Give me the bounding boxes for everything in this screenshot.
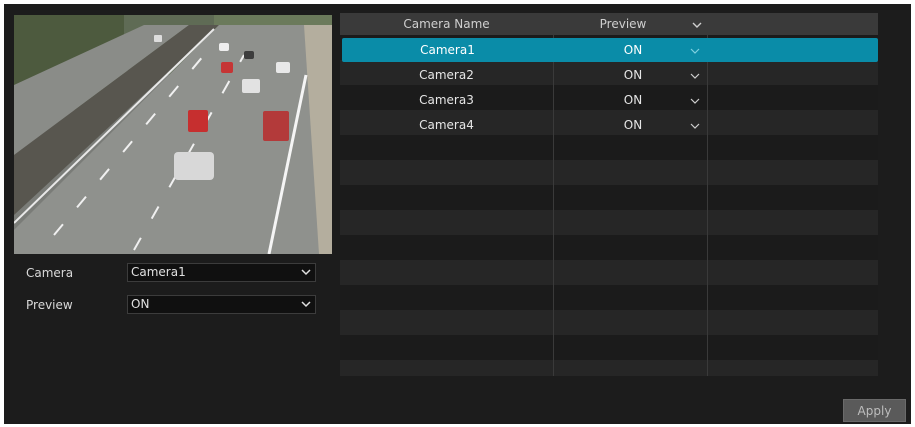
camera-table: Camera Name Preview Camera1 ON Camera2 O… — [340, 13, 878, 376]
table-row[interactable]: Camera4 ON — [340, 113, 878, 138]
chevron-down-icon[interactable] — [690, 96, 700, 106]
preview-cell[interactable]: ON — [553, 113, 713, 138]
table-row — [340, 135, 878, 160]
table-row — [340, 335, 878, 360]
camera-name-cell: Camera3 — [419, 93, 474, 107]
preview-select-value: ON — [131, 297, 150, 311]
column-header-preview[interactable]: Preview — [553, 13, 693, 35]
chevron-down-icon — [301, 301, 311, 308]
table-row — [340, 185, 878, 210]
table-row — [340, 310, 878, 335]
preview-label: Preview — [26, 298, 73, 312]
chevron-down-icon[interactable] — [692, 20, 702, 30]
camera-name-cell: Camera1 — [420, 43, 475, 57]
table-row — [340, 210, 878, 235]
table-header: Camera Name Preview — [340, 13, 878, 35]
table-row-selected[interactable]: Camera1 ON — [342, 38, 878, 62]
table-row[interactable]: Camera2 ON — [340, 63, 878, 88]
camera-select[interactable]: Camera1 — [127, 263, 316, 282]
camera-name-cell: Camera4 — [419, 118, 474, 132]
camera-preview-image — [14, 15, 332, 254]
camera-label: Camera — [26, 266, 74, 280]
column-header-camera-name[interactable]: Camera Name — [340, 13, 553, 35]
preview-cell[interactable]: ON — [553, 88, 713, 113]
table-row — [340, 360, 878, 376]
chevron-down-icon[interactable] — [690, 121, 700, 131]
image-control-panel: Camera Camera1 Preview ON Camera Name Pr… — [4, 4, 911, 424]
table-row — [340, 285, 878, 310]
preview-cell[interactable]: ON — [553, 63, 713, 88]
preview-select[interactable]: ON — [127, 295, 316, 314]
camera-name-cell: Camera2 — [419, 68, 474, 82]
chevron-down-icon[interactable] — [690, 71, 700, 81]
table-row[interactable]: Camera3 ON — [340, 88, 878, 113]
table-row — [340, 260, 878, 285]
preview-cell[interactable]: ON — [553, 38, 713, 63]
table-row — [340, 235, 878, 260]
table-row — [340, 160, 878, 185]
chevron-down-icon[interactable] — [690, 46, 700, 56]
camera-select-value: Camera1 — [131, 265, 186, 279]
chevron-down-icon — [301, 269, 311, 276]
apply-button[interactable]: Apply — [843, 399, 906, 422]
